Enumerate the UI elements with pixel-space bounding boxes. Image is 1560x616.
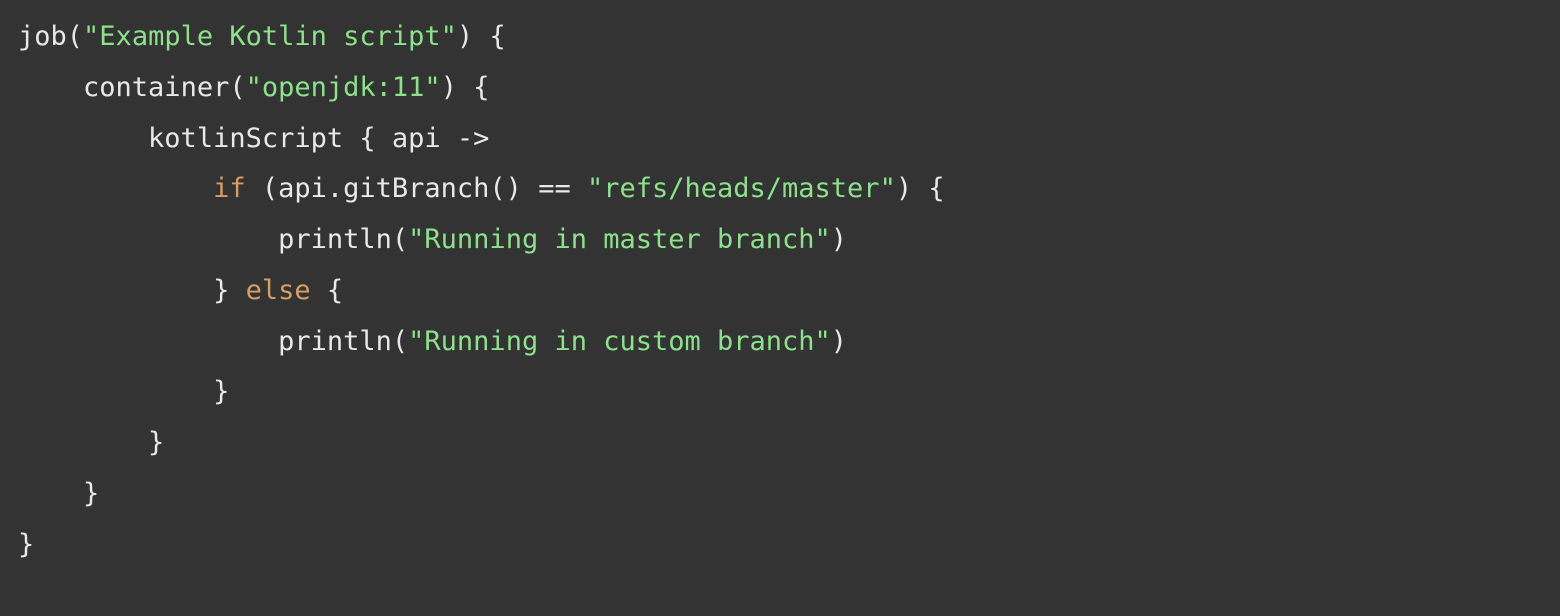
string-literal: "Running in master branch"	[408, 224, 831, 255]
code-line: } else {	[18, 275, 343, 306]
code-line: }	[18, 529, 34, 560]
keyword-else: else	[246, 275, 311, 306]
string-literal: "Example Kotlin script"	[83, 21, 457, 52]
code-line: kotlinScript { api ->	[18, 123, 489, 154]
code-line: }	[18, 376, 229, 407]
string-literal: "openjdk:11"	[246, 72, 441, 103]
code-block: job("Example Kotlin script") { container…	[0, 0, 1560, 582]
string-literal: "Running in custom branch"	[408, 326, 831, 357]
code-line: println("Running in custom branch")	[18, 326, 847, 357]
code-line: job("Example Kotlin script") {	[18, 21, 506, 52]
code-line: if (api.gitBranch() == "refs/heads/maste…	[18, 173, 945, 204]
code-line: container("openjdk:11") {	[18, 72, 489, 103]
code-line: }	[18, 427, 164, 458]
keyword-if: if	[213, 173, 246, 204]
code-line: }	[18, 478, 99, 509]
code-line: println("Running in master branch")	[18, 224, 847, 255]
string-literal: "refs/heads/master"	[587, 173, 896, 204]
